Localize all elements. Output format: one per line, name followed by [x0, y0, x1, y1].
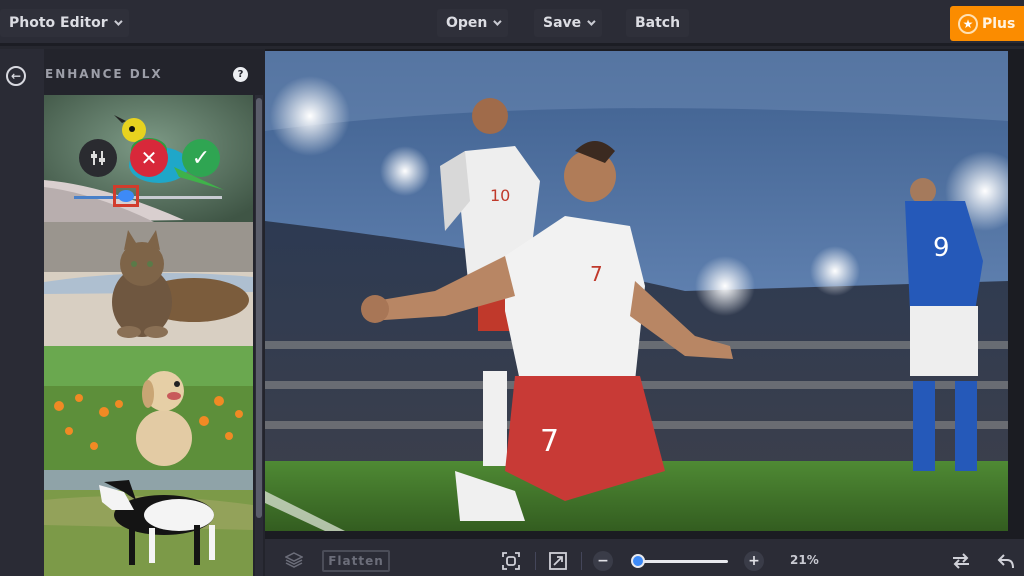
layers-icon	[285, 552, 303, 568]
thumbnail-cat[interactable]	[44, 222, 253, 346]
help-button[interactable]: ?	[233, 67, 248, 82]
undo-icon	[997, 554, 1014, 569]
adjust-button[interactable]	[79, 139, 117, 177]
shorts-number-7: 7	[540, 424, 559, 459]
zoom-out-button[interactable]: −	[593, 551, 613, 571]
top-bar: Photo Editor Open Save Batch ★ Plus	[0, 0, 1024, 46]
thumbnail-bird[interactable]: ✕ ✓	[44, 95, 253, 222]
plus-label: Plus	[982, 15, 1016, 32]
jersey-number-7: 7	[590, 262, 603, 286]
soccer-photo: 10 7 7 9	[265, 51, 1008, 531]
zoom-slider-track[interactable]	[638, 560, 728, 563]
thumbnail-puppy[interactable]	[44, 346, 253, 470]
separator	[535, 552, 536, 570]
undo-button[interactable]	[995, 550, 1017, 572]
flatten-button[interactable]: Flatten	[322, 550, 390, 572]
jersey-number-9: 9	[933, 233, 950, 263]
panel-header: ← ENHANCE DLX ?	[0, 49, 265, 95]
strength-slider-knob[interactable]	[118, 190, 134, 202]
zoom-level: 21%	[790, 553, 819, 567]
batch-label: Batch	[635, 15, 681, 31]
open-label: Open	[446, 15, 488, 31]
cancel-button[interactable]: ✕	[130, 139, 168, 177]
panel-title: ENHANCE DLX	[45, 67, 163, 81]
bottom-toolbar: Flatten − + 21%	[265, 539, 1024, 576]
plus-icon: +	[748, 553, 760, 569]
x-icon: ✕	[140, 146, 158, 170]
zoom-slider-knob[interactable]	[631, 554, 645, 568]
puppy-image	[44, 346, 253, 470]
save-button[interactable]: Save	[534, 9, 603, 37]
back-button[interactable]: ←	[6, 66, 26, 86]
plus-upgrade-button[interactable]: ★ Plus	[950, 6, 1024, 41]
app-menu-label: Photo Editor	[9, 15, 108, 31]
minus-icon: −	[597, 553, 609, 569]
question-icon: ?	[237, 69, 244, 80]
main-image[interactable]: 10 7 7 9	[265, 51, 1008, 531]
layers-button[interactable]	[283, 549, 305, 571]
jersey-number-10: 10	[490, 186, 510, 205]
separator	[581, 552, 582, 570]
thumbnail-horse[interactable]	[44, 470, 253, 576]
sliders-icon	[91, 151, 105, 165]
save-label: Save	[543, 15, 582, 31]
expand-button[interactable]	[547, 550, 569, 572]
fit-screen-icon	[502, 552, 520, 570]
cat-image	[44, 222, 253, 346]
chevron-down-icon	[493, 17, 503, 26]
star-icon: ★	[958, 13, 978, 34]
apply-button[interactable]: ✓	[182, 139, 220, 177]
expand-icon	[549, 552, 567, 570]
chevron-down-icon	[113, 17, 123, 26]
app-menu-button[interactable]: Photo Editor	[0, 9, 129, 37]
horse-image	[44, 470, 253, 576]
scrollbar-thumb[interactable]	[256, 98, 262, 518]
left-rail	[0, 49, 44, 576]
check-icon: ✓	[191, 145, 211, 171]
swap-icon	[953, 553, 969, 569]
compare-button[interactable]	[950, 550, 972, 572]
open-button[interactable]: Open	[437, 9, 509, 37]
batch-button[interactable]: Batch	[626, 9, 690, 37]
fit-screen-button[interactable]	[500, 550, 522, 572]
zoom-in-button[interactable]: +	[744, 551, 764, 571]
arrow-left-icon: ←	[10, 69, 22, 83]
chevron-down-icon	[587, 17, 596, 26]
